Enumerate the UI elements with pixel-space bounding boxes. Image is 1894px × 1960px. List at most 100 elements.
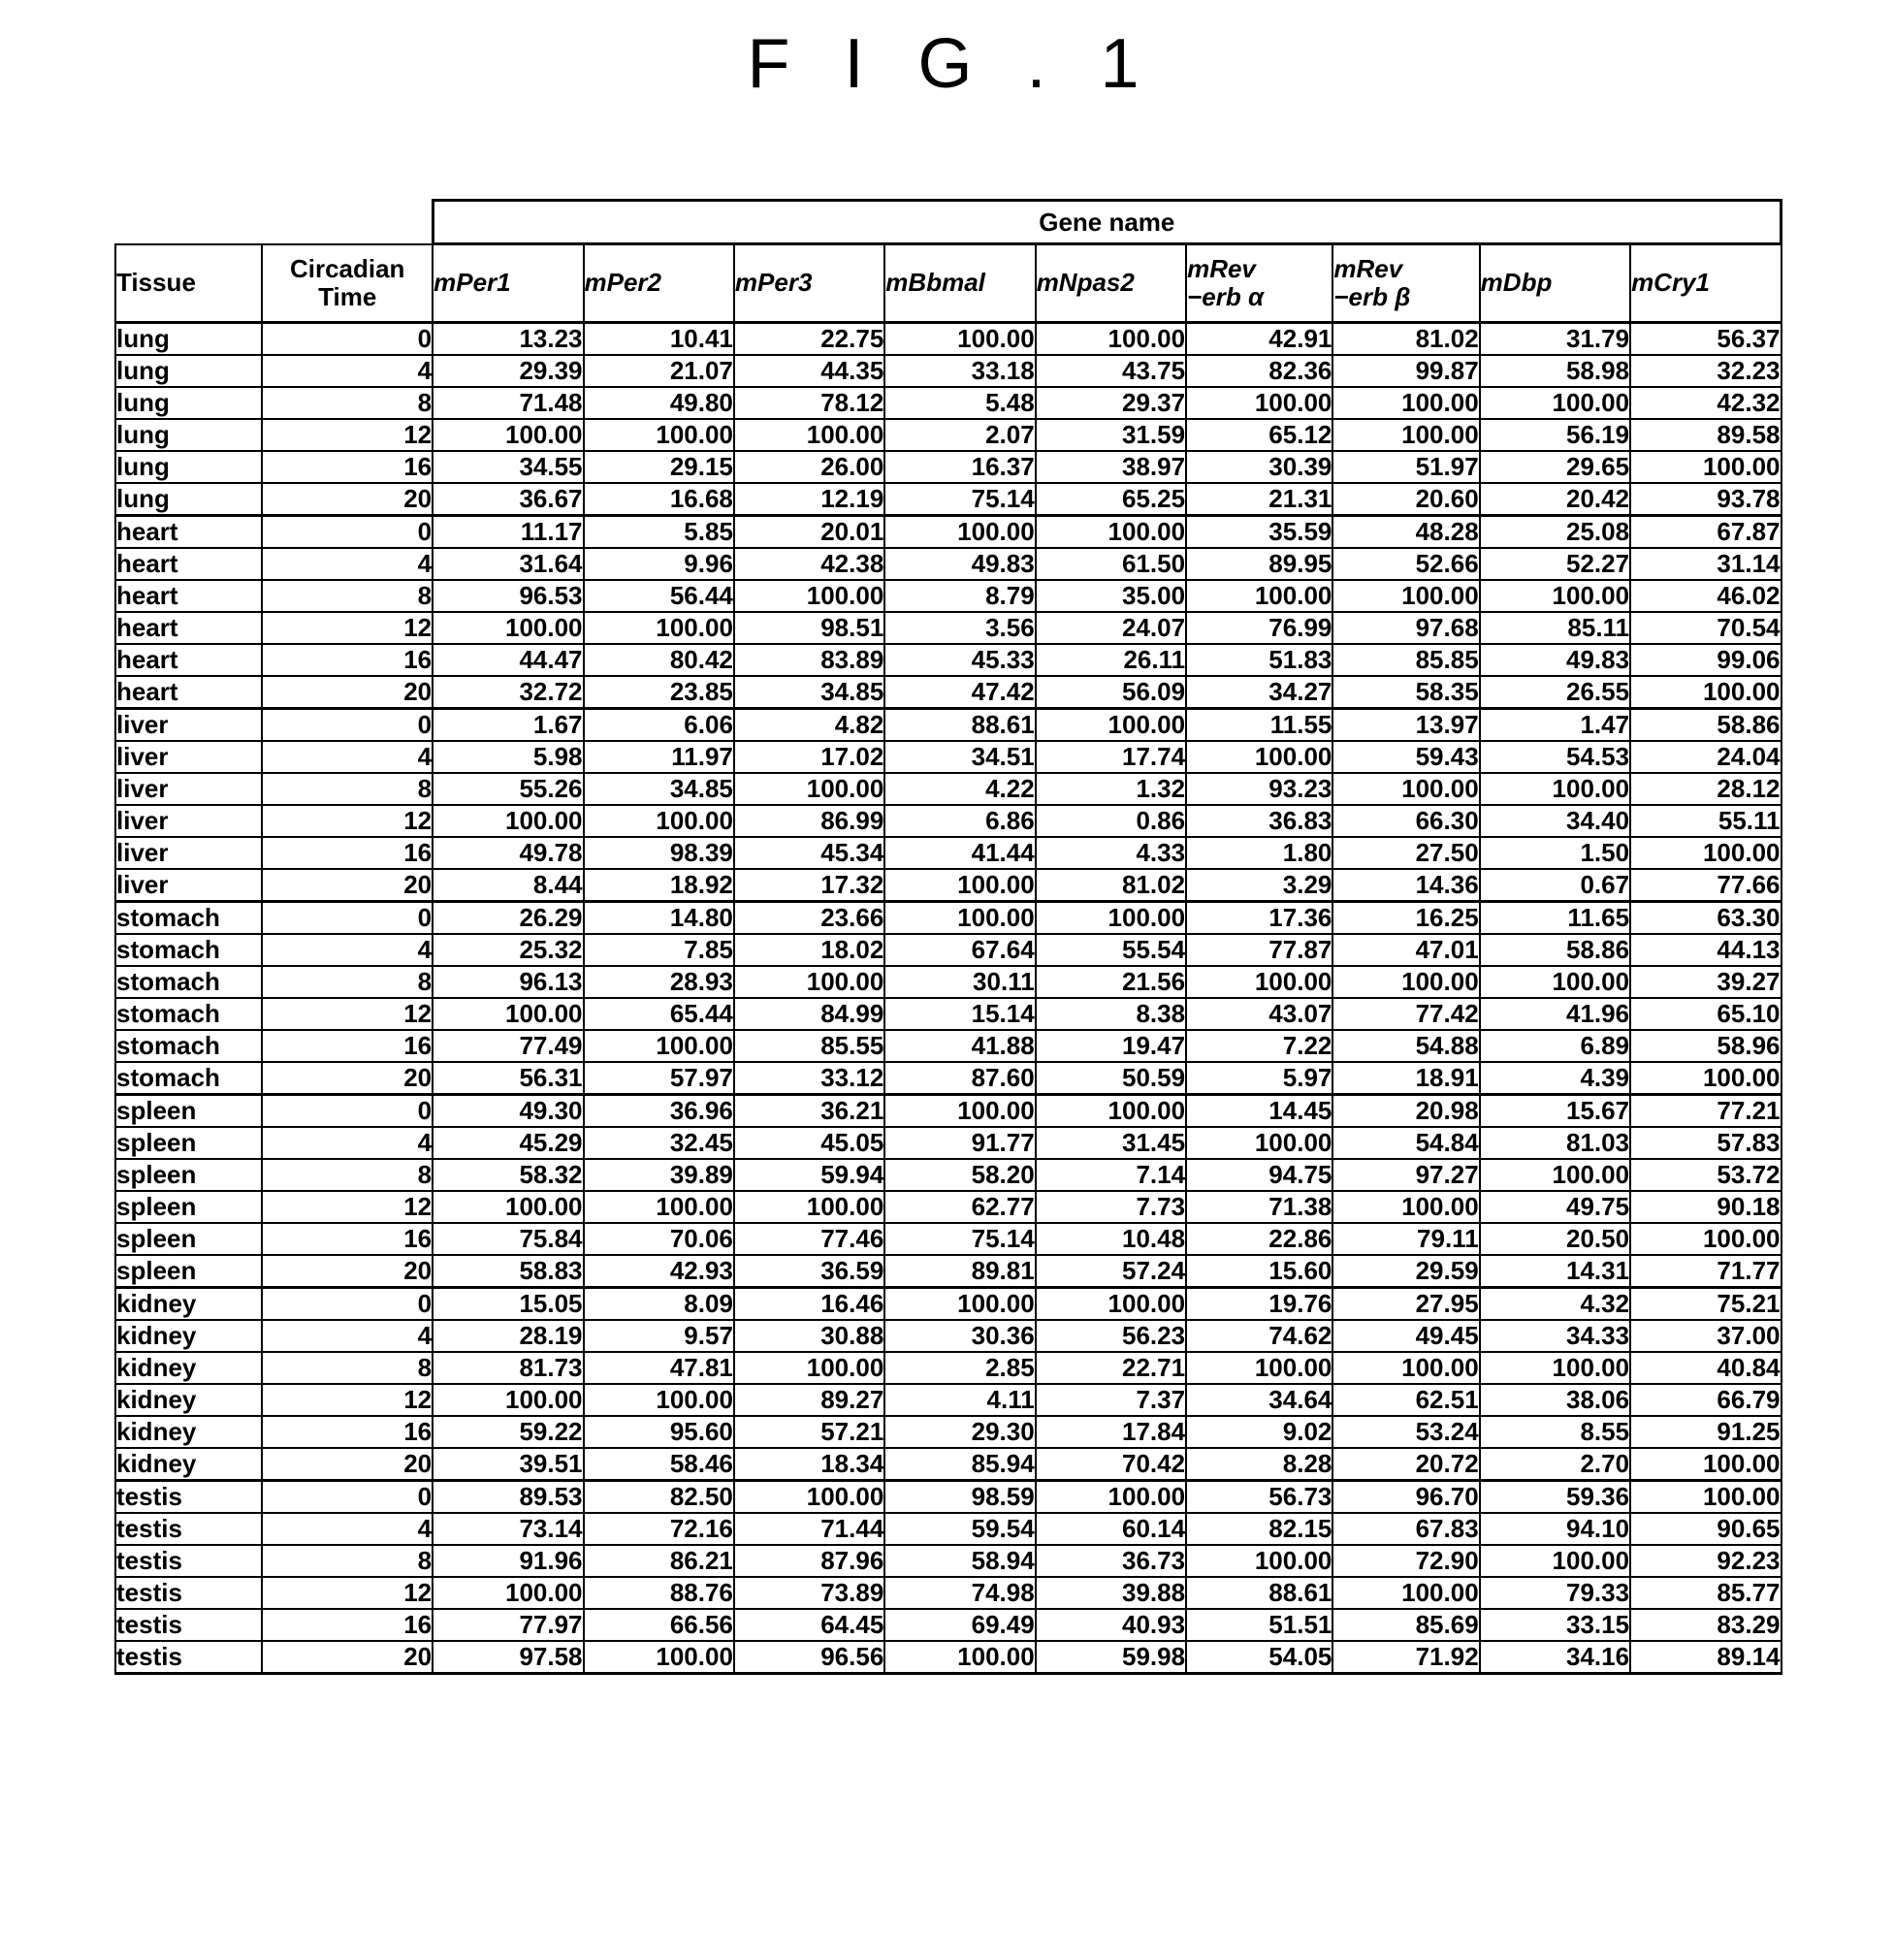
cell-value-mper2: 49.80	[582, 386, 735, 420]
gene-expression-table: Gene name Tissue Circadian Time mPer1 mP…	[113, 199, 1783, 1675]
cell-value-mbbmal: 8.79	[883, 579, 1037, 613]
cell-tissue: testis	[113, 1608, 264, 1642]
cell-value-mbbmal: 2.07	[883, 418, 1037, 452]
cell-value-mnpas2: 19.47	[1034, 1029, 1188, 1063]
cell-value-mcry1: 92.23	[1629, 1544, 1782, 1578]
cell-circadian-time: 12	[261, 611, 434, 645]
table-row: stomach 8 96.13 28.93 100.00 30.11 21.56 100.00…	[113, 965, 1782, 999]
cell-value-mrev-erb-: 8.28	[1185, 1447, 1334, 1482]
cell-value-mper1: 100.00	[432, 1576, 585, 1610]
cell-value-mrev-erb-: 100.00	[1332, 386, 1481, 420]
cell-value-mper3: 36.59	[732, 1254, 886, 1289]
cell-value-mrev-erb-: 59.43	[1332, 740, 1481, 774]
header-circadian-time: Circadian Time	[261, 242, 434, 324]
cell-circadian-time: 16	[261, 1415, 434, 1449]
cell-value-mbbmal: 100.00	[883, 900, 1037, 935]
cell-tissue: liver	[113, 707, 264, 742]
cell-value-mper3: 42.38	[732, 547, 886, 581]
cell-value-mdbp: 56.19	[1478, 418, 1632, 452]
cell-value-mcry1: 85.77	[1629, 1576, 1782, 1610]
cell-circadian-time: 8	[261, 772, 434, 806]
cell-value-mrev-erb-: 76.99	[1185, 611, 1334, 645]
cell-value-mper1: 31.64	[432, 547, 585, 581]
cell-value-mrev-erb-: 79.11	[1332, 1222, 1481, 1256]
cell-value-mnpas2: 61.50	[1034, 547, 1188, 581]
cell-value-mrev-erb-: 100.00	[1185, 579, 1334, 613]
cell-value-mdbp: 1.47	[1478, 707, 1632, 742]
cell-tissue: lung	[113, 321, 264, 356]
cell-value-mrev-erb-: 88.61	[1185, 1576, 1334, 1610]
cell-value-mdbp: 26.55	[1478, 675, 1632, 710]
cell-value-mper1: 49.78	[432, 836, 585, 870]
cell-tissue: lung	[113, 482, 264, 517]
cell-value-mcry1: 44.13	[1629, 933, 1782, 967]
cell-circadian-time: 8	[261, 579, 434, 613]
cell-value-mrev-erb-: 56.73	[1185, 1479, 1334, 1514]
cell-tissue: kidney	[113, 1447, 264, 1482]
cell-circadian-time: 16	[261, 836, 434, 870]
header-gene-mrev-erb-beta-line2: −erb β	[1333, 282, 1411, 311]
table-row: heart 8 96.53 56.44 100.00 8.79 35.00 100.00 100…	[113, 579, 1782, 613]
cell-value-mnpas2: 26.11	[1034, 643, 1188, 677]
cell-tissue: kidney	[113, 1286, 264, 1321]
table-row: spleen 16 75.84 70.06 77.46 75.14 10.48 22.86 79…	[113, 1222, 1782, 1256]
cell-value-mper2: 36.96	[582, 1093, 735, 1128]
cell-value-mrev-erb-: 97.68	[1332, 611, 1481, 645]
cell-value-mdbp: 59.36	[1478, 1479, 1632, 1514]
cell-value-mper2: 100.00	[582, 804, 735, 838]
cell-value-mrev-erb-: 15.60	[1185, 1254, 1334, 1289]
cell-value-mrev-erb-: 53.24	[1332, 1415, 1481, 1449]
cell-value-mper1: 34.55	[432, 450, 585, 484]
cell-value-mrev-erb-: 67.83	[1332, 1512, 1481, 1546]
cell-value-mnpas2: 17.74	[1034, 740, 1188, 774]
table-row: heart 20 32.72 23.85 34.85 47.42 56.09 34.27 58.…	[113, 675, 1782, 710]
cell-circadian-time: 20	[261, 1061, 434, 1096]
cell-value-mcry1: 89.14	[1629, 1640, 1782, 1675]
cell-value-mper3: 84.99	[732, 997, 886, 1031]
cell-circadian-time: 12	[261, 804, 434, 838]
cell-value-mper1: 100.00	[432, 418, 585, 452]
cell-value-mcry1: 58.96	[1629, 1029, 1782, 1063]
cell-value-mrev-erb-: 77.42	[1332, 997, 1481, 1031]
cell-value-mrev-erb-: 51.51	[1185, 1608, 1334, 1642]
cell-value-mper1: 71.48	[432, 386, 585, 420]
cell-value-mbbmal: 88.61	[883, 707, 1037, 742]
table-row: kidney 12 100.00 100.00 89.27 4.11 7.37 34.64 62…	[113, 1383, 1782, 1417]
cell-value-mrev-erb-: 100.00	[1332, 418, 1481, 452]
cell-value-mnpas2: 0.86	[1034, 804, 1188, 838]
cell-value-mbbmal: 58.94	[883, 1544, 1037, 1578]
cell-tissue: heart	[113, 643, 264, 677]
cell-circadian-time: 12	[261, 1383, 434, 1417]
cell-value-mdbp: 49.75	[1478, 1190, 1632, 1224]
cell-value-mrev-erb-: 100.00	[1332, 1190, 1481, 1224]
cell-value-mdbp: 20.50	[1478, 1222, 1632, 1256]
table-row: liver 16 49.78 98.39 45.34 41.44 4.33 1.80 27.50…	[113, 836, 1782, 870]
header-gene-mper1: mPer1	[432, 242, 585, 324]
cell-value-mbbmal: 41.44	[883, 836, 1037, 870]
cell-circadian-time: 4	[261, 1126, 434, 1160]
cell-value-mcry1: 89.58	[1629, 418, 1782, 452]
cell-value-mnpas2: 31.59	[1034, 418, 1188, 452]
cell-value-mper2: 18.92	[582, 868, 735, 903]
header-gene-mcry1-line1: mCry1	[1631, 268, 1710, 298]
header-circadian-time-line1: Circadian	[289, 253, 405, 283]
cell-value-mper3: 44.35	[732, 354, 886, 388]
cell-value-mper2: 65.44	[582, 997, 735, 1031]
cell-value-mper1: 28.19	[432, 1319, 585, 1353]
cell-value-mper3: 96.56	[732, 1640, 886, 1675]
cell-circadian-time: 16	[261, 1222, 434, 1256]
cell-value-mbbmal: 100.00	[883, 1093, 1037, 1128]
cell-value-mdbp: 0.67	[1478, 868, 1632, 903]
cell-value-mrev-erb-: 36.83	[1185, 804, 1334, 838]
cell-value-mrev-erb-: 71.92	[1332, 1640, 1481, 1675]
cell-value-mper1: 100.00	[432, 611, 585, 645]
cell-value-mper3: 36.21	[732, 1093, 886, 1128]
cell-circadian-time: 8	[261, 386, 434, 420]
cell-value-mper3: 4.82	[732, 707, 886, 742]
cell-value-mrev-erb-: 14.36	[1332, 868, 1481, 903]
cell-value-mrev-erb-: 18.91	[1332, 1061, 1481, 1096]
cell-value-mdbp: 11.65	[1478, 900, 1632, 935]
cell-value-mcry1: 100.00	[1629, 675, 1782, 710]
cell-value-mrev-erb-: 20.72	[1332, 1447, 1481, 1482]
cell-value-mper2: 100.00	[582, 1640, 735, 1675]
